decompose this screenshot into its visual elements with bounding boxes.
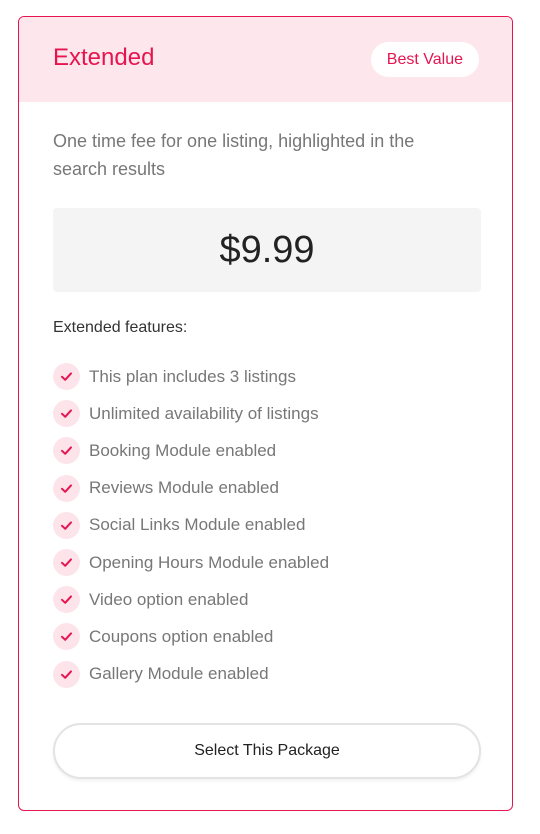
feature-label: This plan includes 3 listings: [89, 366, 296, 386]
check-icon: [53, 660, 80, 688]
select-package-button[interactable]: Select This Package: [53, 723, 481, 779]
feature-label: Coupons option enabled: [89, 626, 274, 646]
card-header: Extended Best Value: [19, 17, 512, 102]
feature-item: Social Links Module enabled: [53, 507, 329, 544]
check-icon: [53, 511, 80, 539]
feature-label: Video option enabled: [89, 589, 249, 609]
plan-title: Extended: [53, 44, 155, 71]
feature-item: Coupons option enabled: [53, 618, 329, 655]
check-icon: [53, 400, 80, 428]
feature-label: Booking Module enabled: [89, 440, 277, 460]
check-icon: [53, 623, 80, 651]
best-value-badge: Best Value: [370, 42, 479, 77]
check-icon: [53, 474, 80, 502]
feature-label: Gallery Module enabled: [89, 664, 269, 684]
feature-item: Unlimited availability of listings: [53, 395, 329, 432]
feature-label: Unlimited availability of listings: [89, 403, 319, 423]
check-icon: [53, 363, 80, 391]
price-value: $9.99: [219, 229, 315, 271]
feature-item: Video option enabled: [53, 581, 329, 618]
feature-label: Social Links Module enabled: [89, 515, 306, 535]
feature-item: This plan includes 3 listings: [53, 358, 329, 395]
feature-item: Gallery Module enabled: [53, 656, 329, 693]
plan-description: One time fee for one listing, highlighte…: [53, 131, 415, 179]
feature-label: Reviews Module enabled: [89, 478, 279, 498]
pricing-card: Extended Best Value One time fee for one…: [18, 16, 513, 811]
features-heading: Extended features:: [53, 319, 188, 336]
check-icon: [53, 437, 80, 465]
feature-item: Opening Hours Module enabled: [53, 544, 329, 581]
feature-label: Opening Hours Module enabled: [89, 552, 330, 572]
price-box: $9.99: [53, 208, 481, 292]
feature-item: Reviews Module enabled: [53, 470, 329, 507]
features-list: This plan includes 3 listings Unlimited …: [53, 358, 329, 693]
check-icon: [53, 586, 80, 614]
feature-item: Booking Module enabled: [53, 432, 329, 469]
check-icon: [53, 549, 80, 577]
